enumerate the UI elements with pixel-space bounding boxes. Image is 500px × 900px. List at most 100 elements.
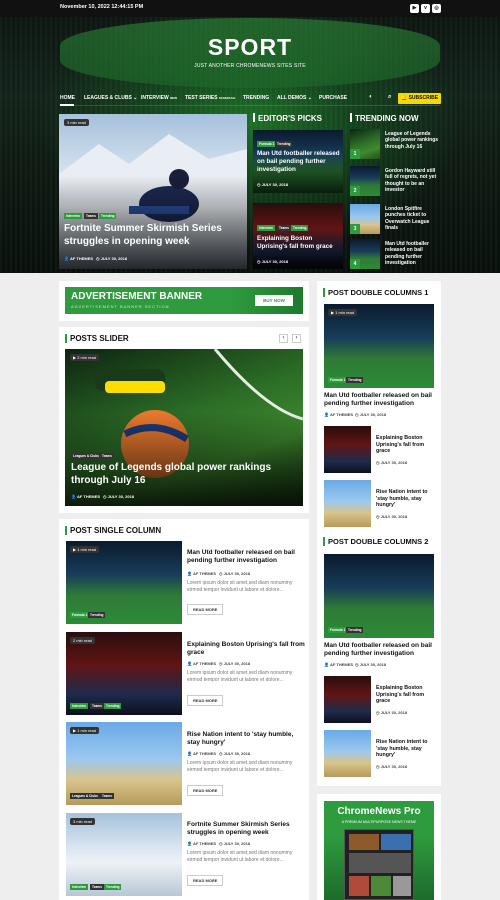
youtube-icon[interactable]: ▶ xyxy=(410,4,419,13)
author-name: AF THEMES xyxy=(329,662,354,667)
post-title[interactable]: Rise Nation intent to 'stay humble, stay… xyxy=(187,731,305,747)
post-thumbnail[interactable]: 2 min read Interview Teams Trending xyxy=(66,632,182,715)
category-tag[interactable]: Trending xyxy=(88,612,106,618)
post-date: ◷ JULY 30, 2018 xyxy=(219,841,251,846)
date-text: JULY 30, 2018 xyxy=(100,256,128,261)
main-navigation: HOME LEAGUES & CLUBS ⌄ INTERVIEW NEW TES… xyxy=(60,92,440,106)
ad-title: ADVERTISEMENT BANNER xyxy=(71,291,203,302)
author-name: AF THEMES xyxy=(329,412,354,417)
post-date: ◷ JULY 30, 2018 xyxy=(257,259,289,264)
category-tag[interactable]: Interview xyxy=(64,213,82,219)
post-thumbnail[interactable]: ▶ 1 min read Leagues & Clubs Teams xyxy=(66,722,182,805)
post-thumbnail-small[interactable] xyxy=(324,426,371,473)
editors-pick-title[interactable]: Explaining Boston Uprising's fall from g… xyxy=(257,235,341,251)
category-tag[interactable]: Teams xyxy=(100,793,114,799)
post-author: 👤 AF THEMES xyxy=(187,841,217,846)
slider-prev-button[interactable]: ‹ xyxy=(279,334,288,343)
slider-post[interactable]: ▶ 2 min read Leagues & Clubs Teams Leagu… xyxy=(65,349,303,506)
hero-main-title[interactable]: Fortnite Summer Skirmish Series struggle… xyxy=(64,223,242,248)
nav-item-interview[interactable]: INTERVIEW NEW xyxy=(141,95,177,101)
advertisement-banner[interactable]: ADVERTISEMENT BANNER ADVERTISEMENT BANNE… xyxy=(65,287,303,314)
category-tag[interactable]: Trending xyxy=(104,884,122,890)
dark-mode-icon[interactable]: ◐ xyxy=(369,94,373,100)
category-tag[interactable]: Interview xyxy=(70,703,88,709)
read-time-badge: 2 min read xyxy=(70,637,95,644)
date-text: JULY 30, 2018 xyxy=(261,259,289,264)
post-excerpt: Lorem ipsum dolor sit amet,sed diam nonu… xyxy=(187,670,293,683)
category-tag[interactable]: Teams xyxy=(84,213,98,219)
post-thumbnail[interactable]: ▶ 1 min read Formula 1 Trending xyxy=(66,541,182,624)
editors-pick-item[interactable]: Formula 1 Trending Man Utd footballer re… xyxy=(253,130,343,193)
read-more-button[interactable]: READ MORE xyxy=(187,785,224,796)
slider-post-title[interactable]: League of Legends global power rankings … xyxy=(71,462,296,487)
post-title[interactable]: Man Utd footballer released on bail pend… xyxy=(324,642,436,658)
category-tag[interactable]: Leagues & Clubs xyxy=(70,793,100,799)
read-time-text: 1 min read xyxy=(77,547,97,552)
nav-item-trending[interactable]: TRENDING xyxy=(243,95,269,101)
nav-item-home[interactable]: HOME xyxy=(60,95,75,101)
post-title[interactable]: Rise Nation intent to 'stay humble, stay… xyxy=(376,739,436,759)
category-tag[interactable]: Interview xyxy=(257,225,275,231)
buy-now-button[interactable]: BUY NOW xyxy=(255,295,293,306)
category-tag[interactable]: Leagues & Clubs xyxy=(71,453,101,459)
category-tag[interactable]: Trending xyxy=(99,213,117,219)
hero-main-post[interactable]: 3 min read Interview Teams Trending Fort… xyxy=(59,114,247,269)
read-more-button[interactable]: READ MORE xyxy=(187,604,224,615)
category-tag[interactable]: Formula 1 xyxy=(257,141,277,147)
category-tag[interactable]: Interview xyxy=(70,884,88,890)
instagram-icon[interactable]: ◎ xyxy=(432,4,441,13)
post-thumbnail-small[interactable] xyxy=(324,480,371,527)
category-tag[interactable]: Trending xyxy=(291,225,309,231)
read-more-button[interactable]: READ MORE xyxy=(187,875,224,886)
category-tag[interactable]: Formula 1 xyxy=(328,377,348,383)
post-title[interactable]: Rise Nation intent to 'stay humble, stay… xyxy=(376,489,436,509)
search-icon[interactable]: ⌕ xyxy=(388,94,391,101)
post-title[interactable]: Explaining Boston Uprising's fall from g… xyxy=(376,685,436,705)
trending-title[interactable]: Man Utd footballer released on bail pend… xyxy=(385,241,443,266)
nav-item-all-demos[interactable]: ALL DEMOS ⌄ xyxy=(277,95,312,101)
trending-title[interactable]: League of Legends global power rankings … xyxy=(385,131,443,150)
post-title[interactable]: Explaining Boston Uprising's fall from g… xyxy=(376,435,436,455)
category-tag[interactable]: Teams xyxy=(277,225,291,231)
trending-title[interactable]: Gordon Hayward still full of regrets, no… xyxy=(385,168,443,193)
post-thumbnail-small[interactable] xyxy=(324,676,371,723)
post-title[interactable]: Man Utd footballer released on bail pend… xyxy=(187,549,305,565)
editors-pick-title[interactable]: Man Utd footballer released on bail pend… xyxy=(257,150,341,174)
slider-next-button[interactable]: › xyxy=(292,334,301,343)
nav-item-purchase[interactable]: PURCHASE xyxy=(319,95,347,101)
category-tag[interactable]: Trending xyxy=(104,703,122,709)
vimeo-icon[interactable]: v xyxy=(421,4,430,13)
post-thumbnail[interactable]: Formula 1 Trending xyxy=(324,554,434,638)
category-tag[interactable]: Trending xyxy=(275,141,293,147)
category-tag[interactable]: Formula 1 xyxy=(328,627,348,633)
promo-banner[interactable]: ChromeNews Pro A PREMIUM MULTIPURPOSE NE… xyxy=(324,801,434,900)
category-tag[interactable]: Teams xyxy=(90,703,104,709)
post-thumbnail-small[interactable] xyxy=(324,730,371,777)
mockup-block xyxy=(371,876,391,896)
trending-title[interactable]: London Spitfire punches ticket to Overwa… xyxy=(385,206,443,231)
site-title[interactable]: SPORT xyxy=(0,34,500,61)
author-name: AF THEMES xyxy=(76,494,101,499)
nav-badge-new: NEW xyxy=(170,96,178,100)
top-bar: November 10, 2022 12:44:15 PM ▶ v ◎ xyxy=(0,0,500,17)
date-text: JULY 30, 2018 xyxy=(107,494,135,499)
post-thumbnail[interactable]: 3 min read Interview Teams Trending xyxy=(66,813,182,896)
read-more-button[interactable]: READ MORE xyxy=(187,695,224,706)
category-tag[interactable]: Trending xyxy=(346,377,364,383)
category-tag[interactable]: Teams xyxy=(90,884,104,890)
post-title[interactable]: Explaining Boston Uprising's fall from g… xyxy=(187,641,305,657)
editors-pick-item[interactable]: Interview Teams Trending Explaining Bost… xyxy=(253,203,343,269)
category-tag[interactable]: Teams xyxy=(100,453,114,459)
category-tag[interactable]: Trending xyxy=(346,627,364,633)
post-title[interactable]: Fortnite Summer Skirmish Series struggle… xyxy=(187,821,305,837)
post-thumbnail[interactable]: ▶ 1 min read Formula 1 Trending xyxy=(324,304,434,388)
posts-slider-heading: POSTS SLIDER xyxy=(70,334,129,343)
post-author: 👤 AF THEMES xyxy=(187,571,217,576)
nav-item-test-series[interactable]: TEST SERIES SCHEDULE xyxy=(185,95,235,101)
post-excerpt: Lorem ipsum dolor sit amet,sed diam nonu… xyxy=(187,580,293,593)
category-tag[interactable]: Formula 1 xyxy=(70,612,90,618)
post-title[interactable]: Man Utd footballer released on bail pend… xyxy=(324,392,436,408)
subscribe-button[interactable]: 🔔 SUBSCRIBE xyxy=(398,93,441,104)
nav-item-leagues[interactable]: LEAGUES & CLUBS ⌄ xyxy=(84,95,137,101)
heading-accent xyxy=(323,288,325,297)
